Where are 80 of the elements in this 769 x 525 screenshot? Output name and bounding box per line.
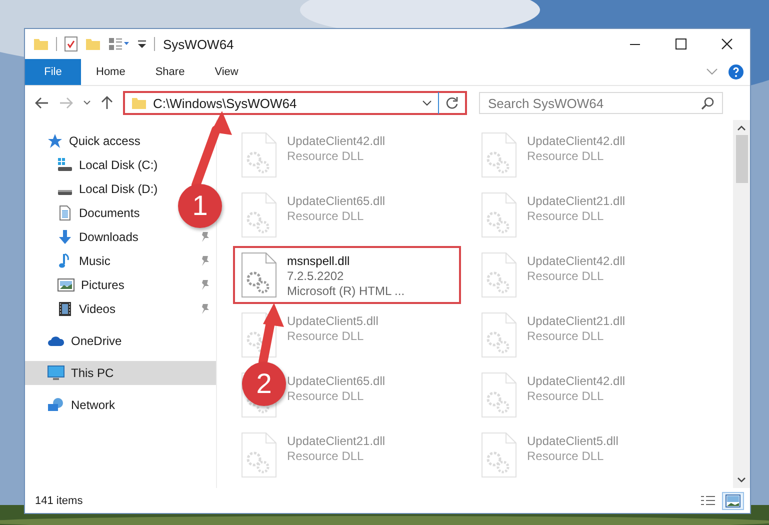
- file-detail: Resource DLL: [287, 149, 365, 163]
- pin-icon[interactable]: [200, 231, 210, 243]
- item-count: 141 items: [35, 494, 83, 506]
- properties-icon[interactable]: [64, 36, 78, 52]
- file-detail: Resource DLL: [287, 449, 365, 463]
- address-bar[interactable]: C:\Windows\SysWOW64: [123, 91, 467, 115]
- file-name: UpdateClient65.dll: [287, 194, 386, 208]
- file-name: UpdateClient5.dll: [527, 434, 618, 448]
- expand-ribbon-icon[interactable]: [706, 68, 718, 76]
- file-detail: 7.2.5.2202: [287, 269, 345, 283]
- pin-icon[interactable]: [200, 255, 210, 267]
- pin-icon[interactable]: [200, 279, 210, 291]
- file-menu-button[interactable]: File: [25, 59, 81, 85]
- computer-icon: [47, 365, 65, 381]
- sidebar-item[interactable]: Music: [25, 249, 112, 273]
- file-detail: Resource DLL: [527, 389, 605, 403]
- close-icon: [721, 38, 733, 50]
- sidebar-item[interactable]: Local Disk (C:): [25, 153, 160, 177]
- file-name: UpdateClient42.dll: [527, 254, 626, 268]
- file-detail: Resource DLL: [287, 389, 365, 403]
- film-icon: [57, 301, 73, 317]
- download-arrow-icon: [57, 229, 73, 245]
- sidebar-item[interactable]: Network: [25, 393, 118, 417]
- large-icons-view-icon: [725, 494, 741, 508]
- drive-icon: [57, 157, 73, 173]
- refresh-icon[interactable]: [445, 96, 459, 110]
- document-icon: [57, 205, 73, 221]
- scrollbar[interactable]: [733, 120, 750, 488]
- pin-icon[interactable]: [200, 303, 210, 315]
- file-name: UpdateClient21.dll: [527, 194, 626, 208]
- file-detail: Resource DLL: [527, 209, 605, 223]
- file-name: UpdateClient42.dll: [527, 374, 626, 388]
- sidebar-item[interactable]: Downloads: [25, 225, 140, 249]
- scrollbar-thumb[interactable]: [736, 135, 748, 183]
- details-view-icon: [700, 495, 716, 506]
- ribbon-tab[interactable]: Home: [81, 59, 140, 85]
- sidebar-item[interactable]: Quick access: [25, 129, 142, 153]
- minimize-icon: [629, 42, 641, 46]
- star-icon: [47, 133, 63, 149]
- picture-icon: [57, 277, 75, 293]
- file-name: UpdateClient65.dll: [287, 374, 386, 388]
- file-detail: Resource DLL: [527, 329, 605, 343]
- folder-icon: [131, 96, 147, 110]
- recent-locations-caret-icon[interactable]: [83, 100, 91, 106]
- file-detail: Resource DLL: [287, 209, 365, 223]
- back-arrow-icon[interactable]: [35, 97, 49, 109]
- ribbon-tab[interactable]: Share: [140, 59, 200, 85]
- file-name: UpdateClient42.dll: [527, 134, 626, 148]
- up-arrow-icon[interactable]: [101, 96, 113, 110]
- search-field[interactable]: Search SysWOW64: [479, 92, 723, 114]
- window-title: SysWOW64: [163, 36, 234, 52]
- ribbon-tab[interactable]: View: [200, 59, 254, 85]
- sidebar-item[interactable]: Videos: [25, 297, 118, 321]
- scroll-up-icon[interactable]: [737, 125, 746, 131]
- file-name: UpdateClient42.dll: [287, 134, 386, 148]
- maximize-icon: [675, 38, 687, 50]
- sidebar-item[interactable]: OneDrive: [25, 329, 124, 353]
- scroll-down-icon[interactable]: [737, 477, 746, 483]
- file-detail: Resource DLL: [527, 449, 605, 463]
- sidebar-item[interactable]: Documents: [25, 201, 142, 225]
- search-icon: [701, 97, 714, 110]
- dropdown-caret-icon[interactable]: [422, 100, 432, 106]
- sidebar-item[interactable]: This PC: [25, 361, 216, 385]
- file-detail: Resource DLL: [527, 149, 605, 163]
- help-icon[interactable]: [728, 64, 744, 80]
- dropdown-caret-icon[interactable]: [137, 38, 147, 50]
- file-detail: Microsoft (R) HTML ...: [287, 284, 405, 298]
- file-detail: Resource DLL: [527, 269, 605, 283]
- file-name: UpdateClient21.dll: [527, 314, 626, 328]
- file-name: UpdateClient21.dll: [287, 434, 386, 448]
- file-name: UpdateClient5.dll: [287, 314, 378, 328]
- drive-icon: [57, 188, 73, 196]
- sidebar-item[interactable]: Local Disk (D:): [25, 177, 160, 201]
- sidebar-item[interactable]: Pictures: [25, 273, 126, 297]
- network-icon: [47, 397, 65, 413]
- view-menu-icon[interactable]: [108, 37, 130, 51]
- cloud-icon: [47, 334, 65, 348]
- file-name: msnspell.dll: [287, 254, 351, 268]
- large-icons-view-button[interactable]: [722, 492, 744, 510]
- file-detail: Resource DLL: [287, 329, 365, 343]
